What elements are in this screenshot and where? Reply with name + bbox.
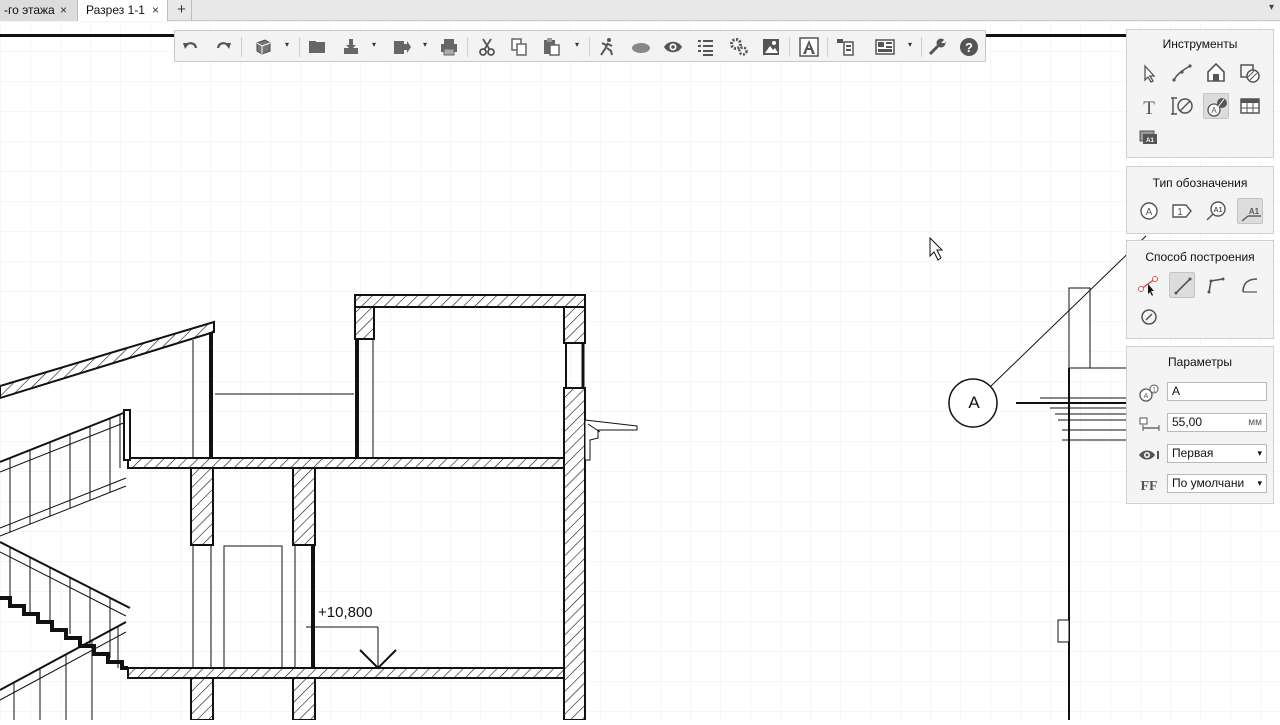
dimension-icon[interactable] (1169, 93, 1195, 119)
straight-line-icon[interactable] (1169, 272, 1195, 298)
wrench-icon[interactable] (927, 37, 947, 57)
print-icon[interactable] (439, 37, 459, 57)
copy-icon[interactable] (509, 37, 529, 57)
list-icon[interactable] (695, 37, 715, 57)
font-select[interactable]: По умолчани ▾ (1167, 474, 1267, 493)
pointer-icon[interactable] (1136, 60, 1162, 86)
settings-gears-icon[interactable] (729, 37, 749, 57)
undo-icon[interactable] (181, 37, 201, 57)
dropdown-arrow-icon[interactable]: ▾ (372, 40, 376, 49)
svg-text:A1: A1 (1249, 207, 1260, 216)
elevation-mark[interactable]: +10,800 (318, 604, 373, 621)
export-icon[interactable] (392, 37, 412, 57)
panel-title: Параметры (1168, 355, 1232, 369)
tab-label: Разрез 1-1 (86, 3, 145, 17)
svg-text:?: ? (965, 40, 973, 55)
3d-view-icon[interactable] (253, 37, 273, 57)
tab-label: -го этажа (4, 3, 55, 17)
layout-icon[interactable] (835, 37, 855, 57)
tag-1-icon[interactable]: 1 (1169, 198, 1195, 224)
visibility-icon (1137, 445, 1161, 465)
help-icon[interactable]: ? (959, 37, 979, 57)
import-icon[interactable] (341, 37, 361, 57)
main-toolbar: ▾ ▾ ▾ ▾ ▾ ? (174, 30, 986, 62)
svg-text:T: T (1143, 98, 1155, 119)
tab-floor-plan[interactable]: -го этажа × (0, 0, 78, 21)
image-icon[interactable] (761, 37, 781, 57)
svg-text:A: A (1146, 207, 1153, 218)
font-icon: FF (1137, 475, 1161, 495)
panel-title: Тип обозначения (1152, 176, 1248, 190)
point-pick-icon[interactable] (1136, 272, 1162, 298)
polyline-icon[interactable] (1203, 272, 1229, 298)
dropdown-arrow-icon[interactable]: ▾ (908, 40, 912, 49)
text-icon[interactable]: T (1136, 93, 1162, 119)
font-value: По умолчани (1172, 476, 1245, 490)
chevron-down-icon: ▾ (1257, 448, 1262, 458)
visibility-select[interactable]: Первая ▾ (1167, 444, 1267, 463)
offset-dimension-icon (1137, 414, 1161, 434)
leader-a1-icon[interactable]: A1 (1203, 198, 1229, 224)
axis-mark-icon[interactable]: A (1203, 93, 1229, 119)
mark-text-field[interactable]: A (1167, 382, 1267, 401)
parameters-panel: Параметры A1 A 55,00 мм Первая ▾ FF По умо… (1126, 346, 1274, 504)
svg-text:A1: A1 (1146, 138, 1154, 144)
table-icon[interactable] (1237, 93, 1263, 119)
layer-mark-icon[interactable]: A1 (1136, 125, 1162, 151)
drawing-canvas[interactable] (0, 21, 1280, 721)
svg-text:A: A (1144, 393, 1149, 400)
hatch-icon[interactable] (1237, 60, 1263, 86)
visibility-value: Первая (1172, 446, 1214, 460)
dropdown-arrow-icon[interactable]: ▾ (423, 40, 427, 49)
section-drawing (0, 21, 1280, 721)
offset-value: 55,00 (1172, 415, 1203, 429)
underline-a1-icon[interactable]: A1 (1237, 198, 1263, 224)
offset-unit: мм (1248, 417, 1262, 428)
document-tabs: -го этажа × Разрез 1-1 × + ▾ (0, 0, 1280, 21)
cut-icon[interactable] (477, 37, 497, 57)
tab-list-menu-icon[interactable]: ▾ (1269, 2, 1274, 13)
angle-icon[interactable] (1136, 304, 1162, 330)
offset-field[interactable]: 55,00 мм (1167, 413, 1267, 432)
mark-text-value: A (1172, 384, 1181, 398)
tools-panel: Инструменты T A A1 (1126, 29, 1274, 158)
mark-type-panel: Тип обозначения A 1 A1 A1 (1126, 166, 1274, 234)
material-icon[interactable] (631, 37, 651, 57)
svg-text:FF: FF (1140, 479, 1157, 494)
redo-icon[interactable] (213, 37, 233, 57)
text-style-icon[interactable] (799, 37, 819, 57)
panel-title: Способ построения (1145, 250, 1255, 264)
svg-text:A1: A1 (1214, 207, 1223, 214)
dropdown-arrow-icon[interactable]: ▾ (575, 40, 579, 49)
svg-text:1: 1 (1177, 207, 1183, 218)
3d-shape-icon[interactable] (1203, 60, 1229, 86)
build-method-panel: Способ построения (1126, 240, 1274, 339)
panel-title: Инструменты (1162, 37, 1238, 51)
line-icon[interactable] (1169, 60, 1195, 86)
axis-mark-label[interactable]: A (950, 379, 998, 427)
svg-text:A: A (1211, 106, 1217, 115)
circle-a-icon[interactable]: A (1136, 198, 1162, 224)
close-icon[interactable]: × (60, 0, 67, 21)
walk-icon[interactable] (597, 37, 617, 57)
dropdown-arrow-icon[interactable]: ▾ (285, 40, 289, 49)
open-folder-icon[interactable] (307, 37, 327, 57)
mark-text-icon: A1 (1137, 383, 1161, 403)
chevron-down-icon: ▾ (1257, 478, 1262, 488)
visibility-icon[interactable] (663, 37, 683, 57)
arc-line-icon[interactable] (1237, 272, 1263, 298)
tab-section-1-1[interactable]: Разрез 1-1 × (78, 0, 168, 21)
sheets-icon[interactable] (875, 37, 895, 57)
paste-icon[interactable] (541, 37, 561, 57)
close-icon[interactable]: × (152, 0, 159, 21)
add-tab-button[interactable]: + (172, 0, 192, 21)
